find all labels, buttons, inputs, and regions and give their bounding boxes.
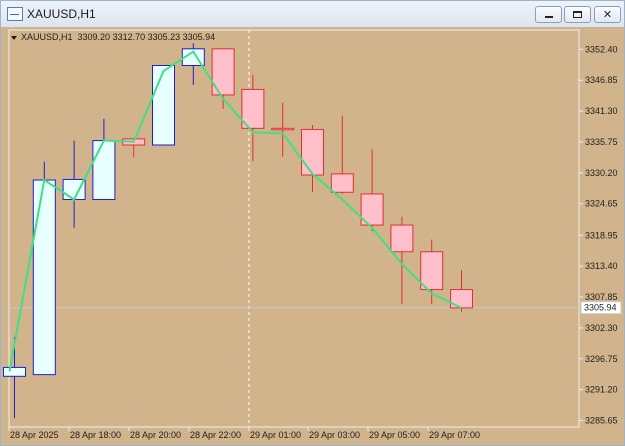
x-tick-label: 29 Apr 03:00: [309, 430, 360, 440]
candle-body[interactable]: [32, 179, 56, 376]
y-tick-label: 3285.65: [585, 416, 618, 426]
candle-body[interactable]: [330, 173, 354, 193]
x-tick-label: 29 Apr 01:00: [250, 430, 301, 440]
chart-info: XAUUSD,H1 3309.20 3312.70 3305.23 3305.9…: [11, 32, 215, 42]
x-tick-label: 28 Apr 20:00: [130, 430, 181, 440]
plot-frame: [8, 29, 580, 428]
candle-body[interactable]: [301, 128, 324, 176]
y-tick-label: 3324.65: [585, 199, 618, 209]
minimize-button[interactable]: [535, 6, 562, 23]
chart-window: XAUUSD,H1 ✕ 3352.40 3346.85 3341.30 3335.75…: [0, 0, 625, 446]
dropdown-triangle-icon[interactable]: [11, 35, 17, 40]
price-chart[interactable]: 3352.40 3346.85 3341.30 3335.75 3330.20 3324.…: [1, 27, 624, 445]
y-tick-label: 3341.30: [585, 106, 618, 116]
close-button[interactable]: ✕: [594, 6, 621, 23]
y-tick-label: 3296.75: [585, 354, 618, 364]
x-tick-label: 28 Apr 18:00: [70, 430, 121, 440]
x-tick-label: 28 Apr 2025: [10, 430, 59, 440]
candlestick-chart[interactable]: 3352.40 3346.85 3341.30 3335.75 3330.20 3324.…: [1, 27, 624, 445]
title-bar[interactable]: XAUUSD,H1 ✕: [1, 1, 624, 27]
y-tick-label: 3346.85: [585, 75, 618, 85]
ohlc-values: 3309.20 3312.70 3305.23 3305.94: [77, 32, 216, 42]
y-tick-label: 3302.30: [585, 323, 618, 333]
candle-body[interactable]: [3, 366, 26, 377]
candle-body[interactable]: [152, 64, 175, 146]
y-tick-label: 3335.75: [585, 137, 618, 147]
y-tick-label: 3352.40: [585, 44, 618, 54]
window-title: XAUUSD,H1: [27, 7, 96, 21]
x-tick-label: 29 Apr 05:00: [369, 430, 420, 440]
candle-body[interactable]: [390, 224, 414, 253]
moving-average-line: [8, 50, 462, 372]
candle-body[interactable]: [271, 127, 295, 131]
candle-body[interactable]: [92, 140, 116, 200]
y-tick-label: 3307.85: [585, 292, 618, 302]
current-price-label: 3305.94: [584, 303, 617, 313]
x-tick-label: 29 Apr 07:00: [429, 430, 480, 440]
y-tick-label: 3313.40: [585, 261, 618, 271]
chart-window-icon: [7, 7, 23, 21]
y-tick-label: 3330.20: [585, 168, 618, 178]
y-tick-label: 3318.95: [585, 230, 618, 240]
maximize-button[interactable]: [564, 6, 591, 23]
symbol-label: XAUUSD,H1: [21, 32, 73, 42]
candle-body[interactable]: [420, 251, 444, 291]
x-tick-label: 28 Apr 22:00: [190, 430, 241, 440]
y-tick-label: 3291.20: [585, 385, 618, 395]
